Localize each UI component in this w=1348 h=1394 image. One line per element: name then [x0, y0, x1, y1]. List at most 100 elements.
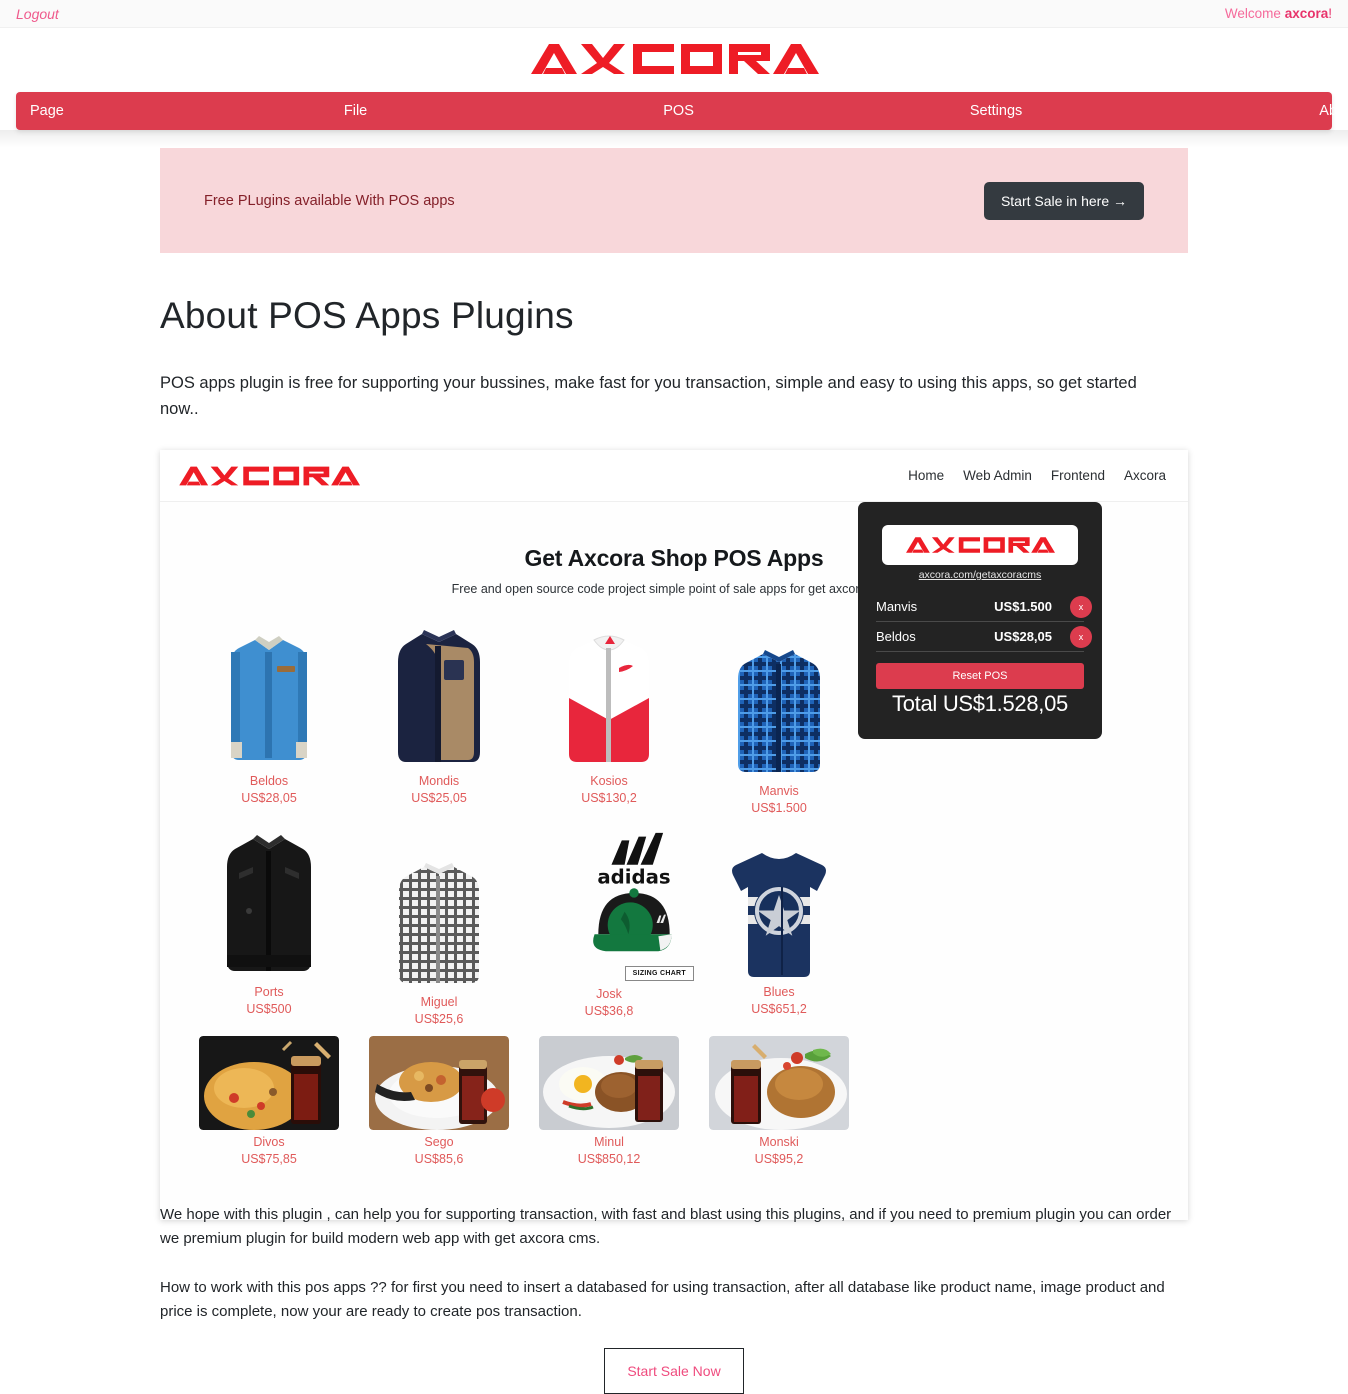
- footer-content: We hope with this plugin , can help you …: [160, 1203, 1188, 1394]
- sizing-chart-badge: SIZING CHART: [624, 966, 694, 982]
- pos-cart-panel: axcora.com/getaxcoracms Manvis US$1.500 …: [858, 502, 1102, 740]
- screenshot-nav-links: Home Web Admin Frontend Axcora: [908, 468, 1166, 483]
- product-price: US$130,2: [581, 791, 637, 806]
- product-name: Minul: [594, 1135, 624, 1150]
- nav-item-pos[interactable]: POS: [663, 103, 694, 119]
- product-row: Ports US$500 Miguel US$25,6 adidas SIZIN…: [184, 831, 864, 1026]
- product-price: US$85,6: [414, 1152, 464, 1167]
- screenshot-nav-home[interactable]: Home: [908, 468, 944, 483]
- cart-logo-box: [882, 525, 1078, 566]
- product-card-josk[interactable]: adidas SIZING CHART Josk US$36,8: [524, 831, 694, 1026]
- brand-header: [0, 28, 1348, 90]
- product-card-minul[interactable]: Minul US$850,12: [524, 1034, 694, 1166]
- product-name: Blues: [763, 985, 795, 1000]
- logout-link[interactable]: Logout: [16, 6, 59, 22]
- product-price: US$651,2: [751, 1002, 807, 1017]
- welcome-prefix: Welcome: [1224, 6, 1285, 21]
- product-image-manvis: [694, 630, 864, 780]
- product-price: US$850,12: [577, 1152, 641, 1167]
- product-image-sego: [354, 1034, 524, 1131]
- product-price: US$95,2: [754, 1152, 804, 1167]
- screenshot-navbar: Home Web Admin Frontend Axcora: [160, 450, 1188, 503]
- product-name: Ports: [254, 985, 284, 1000]
- product-price: US$36,8: [584, 1004, 634, 1019]
- promo-text: Free PLugins available With POS apps: [204, 192, 455, 209]
- adidas-wordmark: adidas: [597, 866, 670, 889]
- start-sale-now-button[interactable]: Start Sale Now: [604, 1348, 744, 1394]
- product-price: US$28,05: [241, 791, 297, 806]
- start-sale-in-here-button[interactable]: Start Sale in here →: [983, 181, 1144, 220]
- cart-item-name: Manvis: [876, 599, 918, 615]
- cart-remove-item-button[interactable]: x: [1070, 595, 1092, 618]
- product-name: Manvis: [759, 784, 799, 799]
- food-egg-rice-icon: [539, 1035, 679, 1130]
- product-image-kosios: [524, 620, 694, 770]
- nav-shadow: [0, 130, 1348, 148]
- jacket-leather-black-icon: [227, 835, 311, 972]
- screenshot-nav-web-admin[interactable]: Web Admin: [963, 468, 1032, 483]
- product-name: Divos: [253, 1135, 285, 1150]
- axcora-logo: [531, 44, 819, 74]
- product-card-manvis[interactable]: Manvis US$1.500: [694, 620, 864, 815]
- product-name: Kosios: [590, 774, 628, 789]
- product-card-blues[interactable]: Blues US$651,2: [694, 831, 864, 1026]
- screenshot-nav-axcora[interactable]: Axcora: [1124, 468, 1166, 483]
- product-image-mondis: [354, 620, 524, 770]
- product-card-sego[interactable]: Sego US$85,6: [354, 1034, 524, 1166]
- food-rice-cola-icon: [709, 1035, 849, 1130]
- nav-item-page[interactable]: Page: [30, 103, 64, 119]
- page-lede: POS apps plugin is free for supporting y…: [160, 374, 1137, 418]
- jacket-navy-tan-icon: [398, 630, 480, 763]
- product-price: US$75,85: [241, 1152, 297, 1167]
- nav-item-file[interactable]: File: [344, 103, 367, 119]
- cart-item-row: Manvis US$1.500 x: [876, 592, 1092, 623]
- product-name: Josk: [596, 987, 622, 1002]
- embedded-screenshot: Home Web Admin Frontend Axcora Get Axcor…: [160, 450, 1188, 1221]
- cart-remove-item-button[interactable]: x: [1070, 625, 1092, 648]
- nav-item-settings[interactable]: Settings: [970, 103, 1022, 119]
- product-name: Monski: [759, 1135, 799, 1150]
- screenshot-axcora-logo: [179, 466, 360, 486]
- product-row: Beldos US$28,05 Mondis US$25,05 Kosios U…: [184, 620, 864, 815]
- shirt-plaid-blue-icon: [738, 650, 820, 773]
- hoodie-red-white-icon: [569, 635, 649, 763]
- welcome-username: axcora: [1284, 6, 1329, 21]
- main-navigation: Page File POS Settings About: [16, 92, 1348, 130]
- page-content: Free PLugins available With POS apps Sta…: [160, 148, 1188, 1221]
- product-card-ports[interactable]: Ports US$500: [184, 831, 354, 1026]
- product-name: Beldos: [249, 774, 289, 789]
- page-title: About POS Apps Plugins: [160, 295, 574, 336]
- welcome-suffix: !: [1328, 6, 1332, 21]
- cart-url-link[interactable]: axcora.com/getaxcoracms: [876, 569, 1084, 581]
- product-image-blues: [694, 831, 864, 981]
- product-card-miguel[interactable]: Miguel US$25,6: [354, 831, 524, 1026]
- tshirt-captain-navy-icon: [732, 853, 826, 978]
- cart-total: Total US$1.528,05: [892, 691, 1068, 717]
- cart-item-name: Beldos: [876, 629, 916, 645]
- welcome-message: Welcome axcora!: [1225, 6, 1332, 21]
- nav-item-about[interactable]: About: [1319, 103, 1348, 119]
- product-name: Miguel: [420, 995, 458, 1010]
- product-image-josk: adidas SIZING CHART: [524, 831, 694, 982]
- reset-pos-button[interactable]: Reset POS: [876, 663, 1084, 690]
- product-card-mondis[interactable]: Mondis US$25,05: [354, 620, 524, 815]
- product-grid: Beldos US$28,05 Mondis US$25,05 Kosios U…: [184, 620, 864, 1166]
- product-card-beldos[interactable]: Beldos US$28,05: [184, 620, 354, 815]
- food-friedrice-dark-icon: [199, 1035, 339, 1130]
- product-name: Mondis: [418, 774, 460, 789]
- product-image-miguel: [354, 841, 524, 991]
- shirt-check-grey-icon: [399, 863, 479, 984]
- product-image-beldos: [184, 620, 354, 770]
- product-image-ports: [184, 831, 354, 981]
- footer-paragraph-1: We hope with this plugin , can help you …: [160, 1206, 1172, 1248]
- top-utility-bar: Logout Welcome axcora!: [0, 0, 1348, 28]
- screenshot-body: Get Axcora Shop POS Apps Free and open s…: [160, 502, 1188, 1221]
- cart-axcora-logo: [906, 537, 1055, 553]
- product-card-divos[interactable]: Divos US$75,85: [184, 1034, 354, 1166]
- product-card-kosios[interactable]: Kosios US$130,2: [524, 620, 694, 815]
- cap-adidas-green-icon: adidas: [593, 833, 672, 952]
- cart-item-row: Beldos US$28,05 x: [876, 622, 1092, 653]
- product-card-monski[interactable]: Monski US$95,2: [694, 1034, 864, 1166]
- food-noodles-plate-icon: [369, 1035, 509, 1130]
- screenshot-nav-frontend[interactable]: Frontend: [1051, 468, 1105, 483]
